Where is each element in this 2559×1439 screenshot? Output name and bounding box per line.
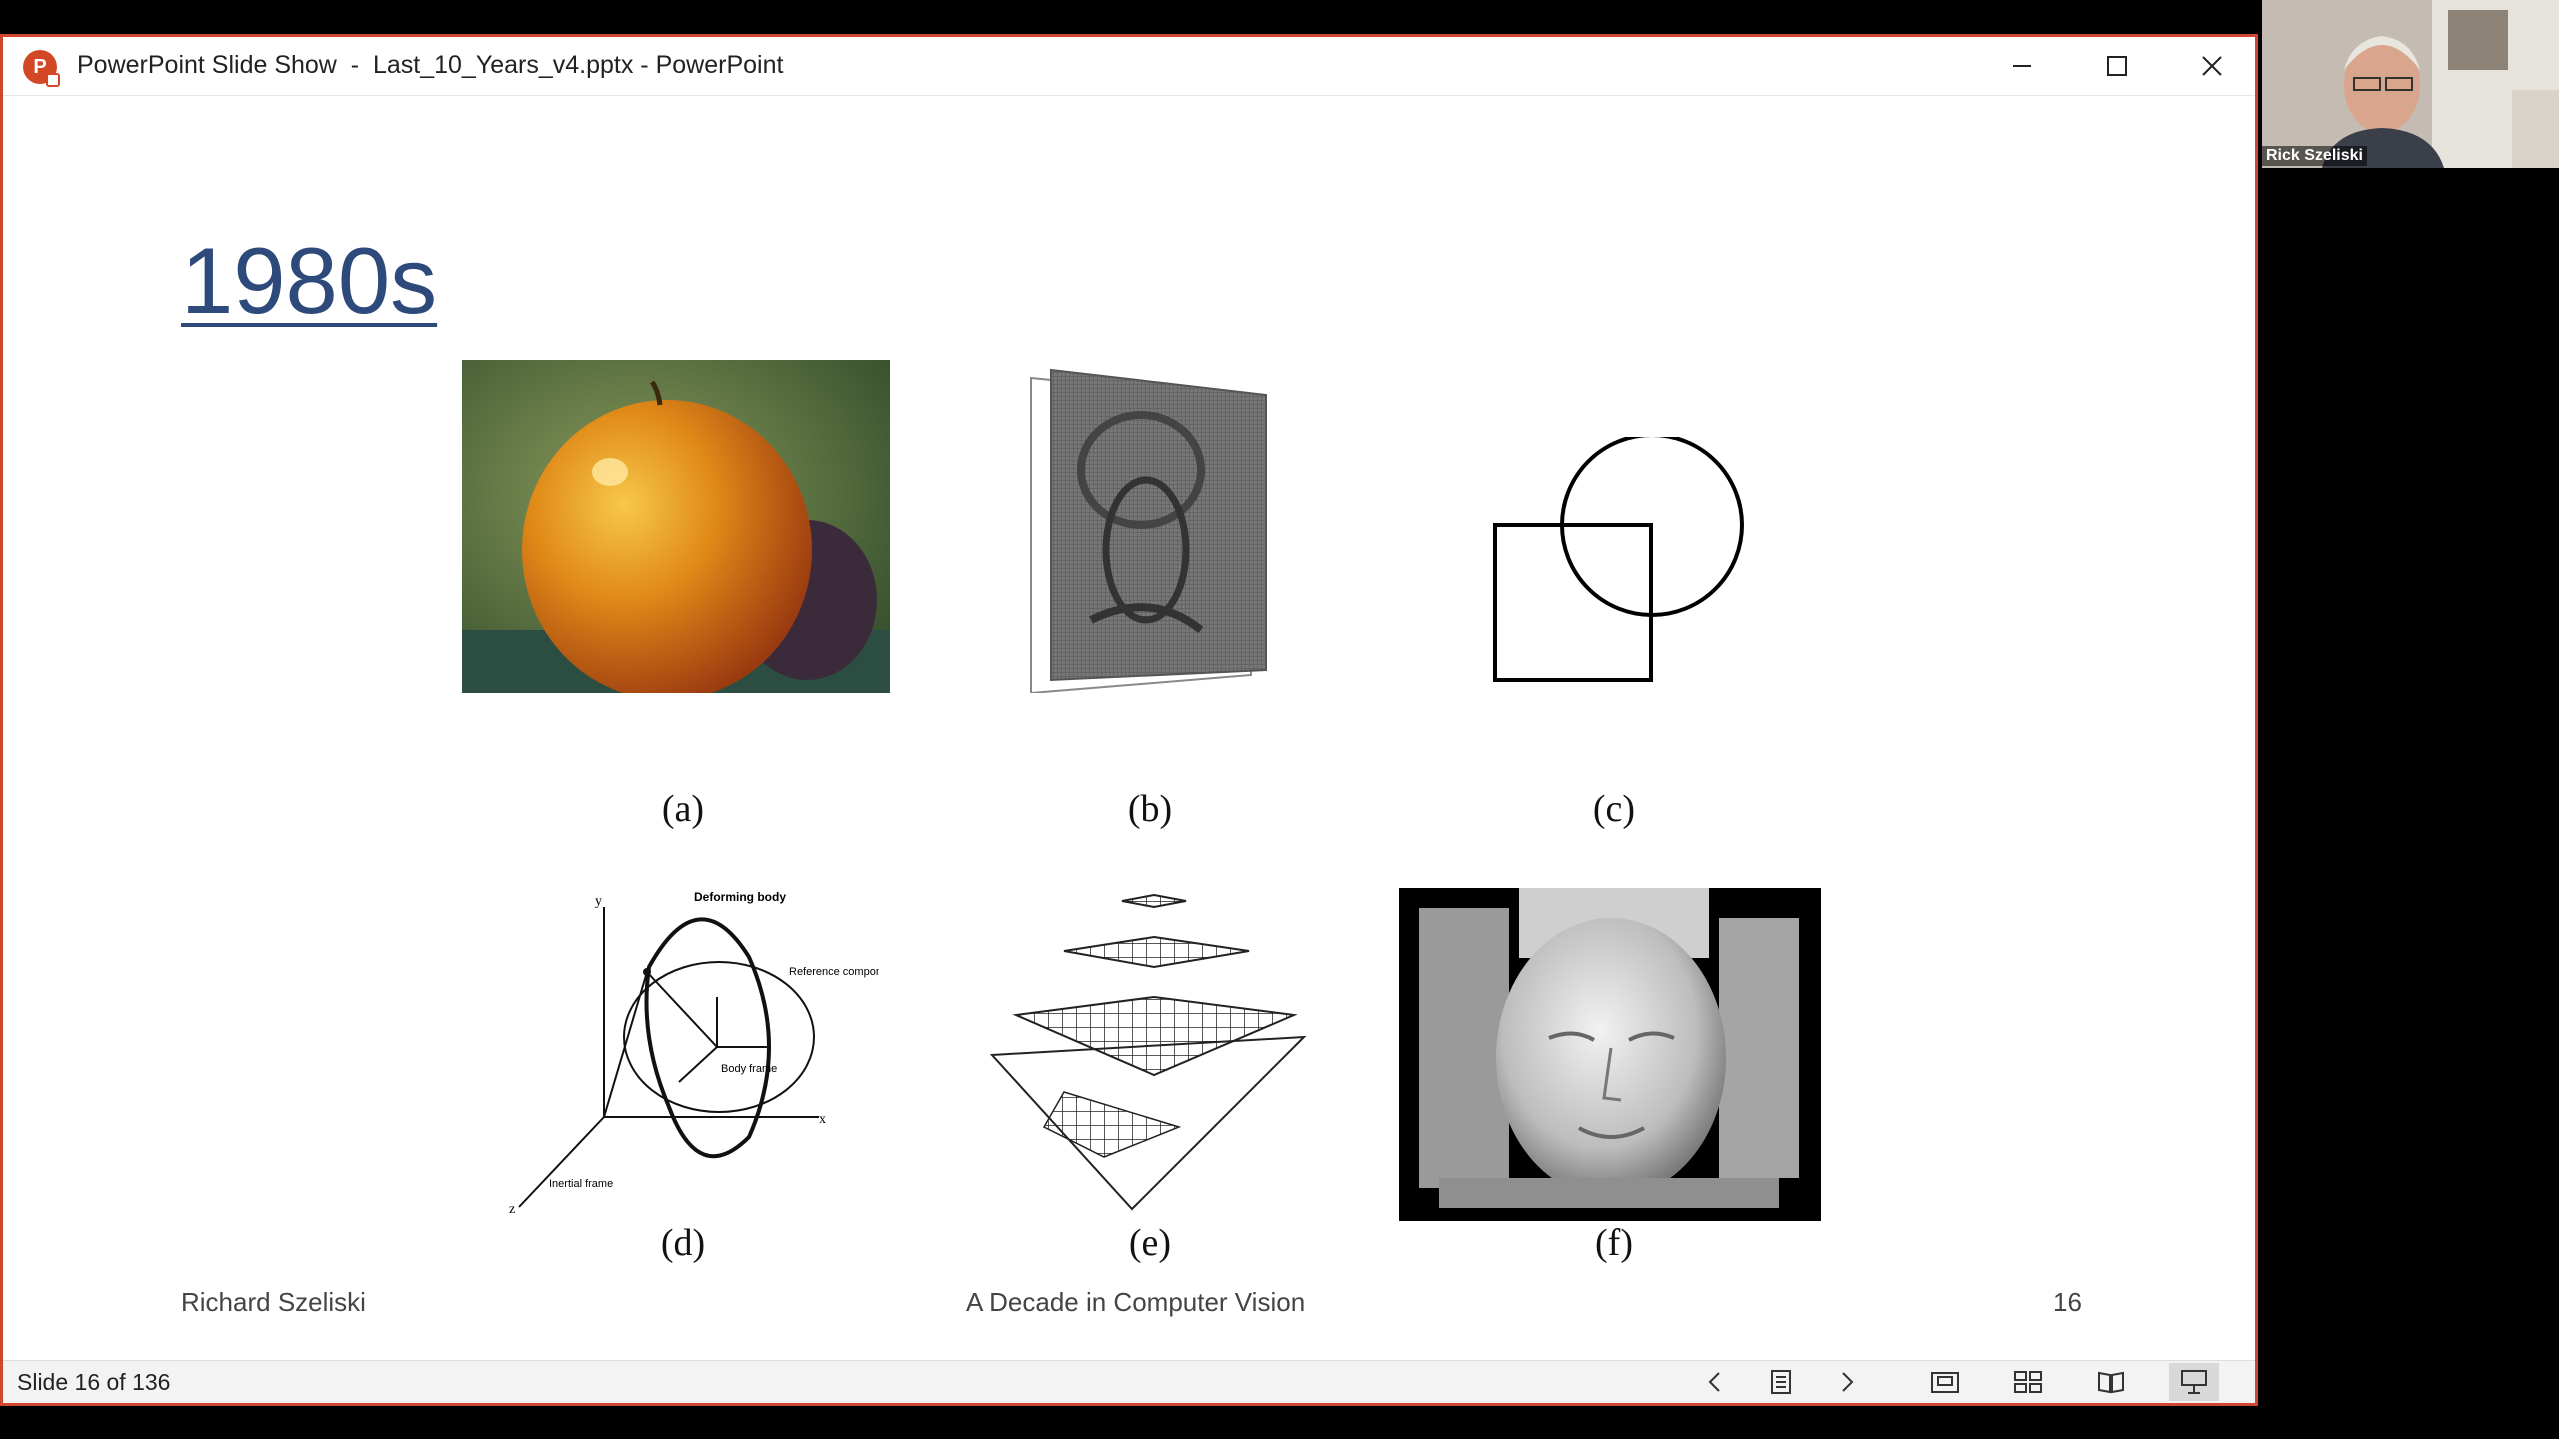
status-bar: Slide 16 of 136 (3, 1360, 2255, 1403)
caption-f: (f) (1595, 1222, 1633, 1264)
previous-slide-button[interactable] (1690, 1363, 1740, 1401)
slides-icon (1771, 1370, 1791, 1394)
close-button[interactable] (2165, 37, 2259, 95)
participant-video[interactable] (2262, 0, 2559, 168)
axis-z-label: z (509, 1202, 515, 1217)
square-circle-contours-image (1489, 433, 1749, 687)
caption-a: (a) (661, 788, 705, 830)
deforming-body-diagram: y x z Deforming body Reference component… (499, 887, 897, 1217)
body-frame-label: Body frame (721, 1063, 777, 1075)
reading-view-button[interactable] (2086, 1363, 2136, 1401)
title-bar[interactable]: P PowerPoint Slide Show - Last_10_Years_… (3, 37, 2255, 96)
close-icon (2202, 56, 2222, 76)
slide-show-button[interactable] (2169, 1363, 2219, 1401)
relief-surface-image (1021, 360, 1271, 695)
slide-show-icon (2181, 1370, 2207, 1394)
previous-icon (1708, 1372, 1720, 1392)
slide-heading: 1980s (181, 228, 438, 333)
minimize-button[interactable] (1975, 37, 2069, 95)
normal-view-icon (1931, 1372, 1959, 1393)
normal-view-button[interactable] (1920, 1363, 1970, 1401)
next-icon (1842, 1372, 1854, 1392)
apple-image (462, 360, 890, 700)
minimize-icon (2013, 65, 2031, 67)
caption-c: (c) (1592, 788, 1636, 830)
reading-view-icon (2098, 1371, 2124, 1394)
face-reconstruction-image (1399, 888, 1821, 1221)
footer-page-number: 16 (2053, 1287, 2082, 1317)
maximize-icon (2107, 56, 2127, 76)
participant-name-label: Rick Szeliski (2262, 146, 2367, 166)
multigrid-pyramid-diagram (964, 887, 1344, 1217)
next-slide-button[interactable] (1822, 1363, 1872, 1401)
slide-sorter-icon (2014, 1371, 2042, 1393)
footer-author: Richard Szeliski (181, 1287, 366, 1317)
window-title: PowerPoint Slide Show - Last_10_Years_v4… (77, 51, 784, 79)
axis-x-label: x (819, 1112, 826, 1127)
inertial-frame-label: Inertial frame (549, 1178, 613, 1190)
slide-counter: Slide 16 of 136 (17, 1369, 171, 1395)
caption-b: (b) (1127, 788, 1173, 830)
see-all-slides-button[interactable] (1756, 1363, 1806, 1401)
slideshow-window: P PowerPoint Slide Show - Last_10_Years_… (0, 34, 2258, 1406)
caption-d: (d) (660, 1222, 706, 1264)
top-black-strip (0, 0, 2559, 34)
axis-y-label: y (595, 894, 602, 909)
slide-sorter-button[interactable] (2003, 1363, 2053, 1401)
maximize-button[interactable] (2070, 37, 2164, 95)
powerpoint-app-icon: P (23, 50, 60, 87)
caption-e: (e) (1128, 1222, 1172, 1264)
footer-talk-title: A Decade in Computer Vision (966, 1287, 1306, 1317)
reference-component-label: Reference component (789, 966, 879, 978)
slide-canvas[interactable]: 1980s (a) (b) (c) y x z Deforming body R… (9, 97, 2252, 1359)
deforming-body-label: Deforming body (694, 890, 786, 904)
